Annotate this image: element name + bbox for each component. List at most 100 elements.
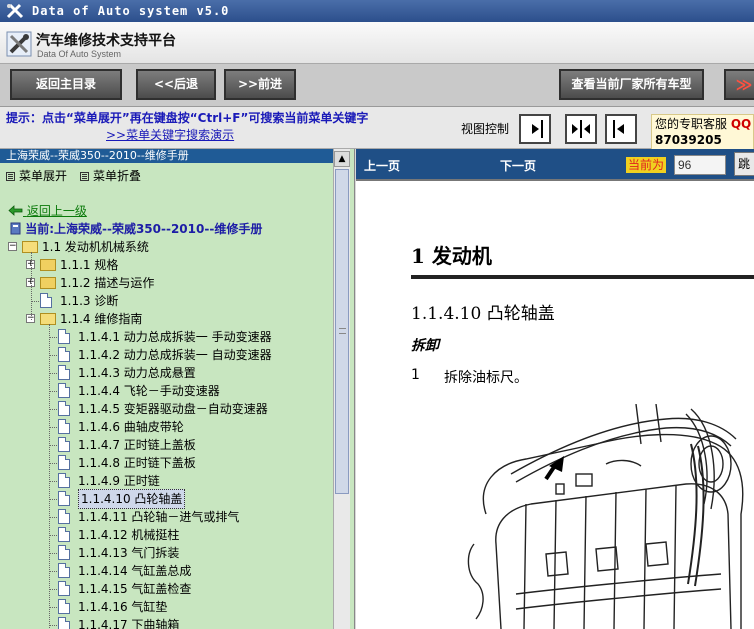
- subsection-title: 拆卸: [411, 338, 439, 354]
- back-up-label: 返回上一级: [26, 204, 87, 218]
- tree-node-label-selected: 1.1.4.10 凸轮轴盖: [78, 489, 186, 509]
- document-icon: [40, 293, 52, 308]
- navbar-divider: [356, 179, 754, 181]
- tree-node-label: 1.1.3 诊断: [60, 294, 119, 308]
- document-icon: [58, 563, 70, 578]
- book-icon: [10, 222, 21, 235]
- back-button[interactable]: <<后退: [136, 69, 216, 100]
- document-icon: [58, 383, 70, 398]
- back-arrow-icon: [8, 205, 23, 216]
- document-icon: [58, 491, 70, 506]
- window-title: Data of Auto system v5.0: [32, 4, 230, 18]
- tree-node-label: 1.1.4.3 动力总成悬置: [78, 366, 196, 380]
- tree-node-label: 1.1.4.5 变矩器驱动盘－自动变速器: [78, 402, 268, 416]
- tree-node[interactable]: +1.1.2 描述与运作: [0, 274, 333, 292]
- menu-expand-button[interactable]: 菜单展开: [6, 167, 67, 184]
- collapse-toggle-icon[interactable]: −: [8, 242, 17, 251]
- scroll-grip: [339, 328, 346, 334]
- tree-node-label: 1.1.4.8 正时链下盖板: [78, 456, 196, 470]
- view-control-label: 视图控制: [461, 122, 510, 136]
- document-icon: [58, 437, 70, 452]
- search-demo-link[interactable]: >>菜单关键字搜索演示: [106, 126, 234, 143]
- tree-node-label: 1.1.4.16 气缸垫: [78, 600, 168, 614]
- service-contact: 您的专职客服 QQ 87039205: [651, 114, 754, 150]
- folder-icon: [40, 259, 56, 271]
- document-icon: [58, 527, 70, 542]
- chapter-title: 1 发动机: [411, 244, 492, 268]
- menu-panel: 上海荣威--荣威350--2010--维修手册 菜单展开 菜单折叠 返回上一级 …: [0, 149, 355, 629]
- toolbar: 返回主目录 <<后退 >>前进 查看当前厂家所有车型 ≫: [0, 64, 754, 107]
- brand-name: 汽车维修技术支持平台: [36, 33, 176, 49]
- tree-node-label: 1.1.4.9 正时链: [78, 474, 160, 488]
- menu-panel-header: 上海荣威--荣威350--2010--维修手册: [0, 149, 333, 163]
- document-icon: [58, 401, 70, 416]
- document-icon: [58, 509, 70, 524]
- document-icon: [58, 347, 70, 362]
- next-page-link[interactable]: 下一页: [500, 157, 536, 174]
- folder-icon: [40, 277, 56, 289]
- document-icon: [58, 581, 70, 596]
- step-text: 拆除油标尺。: [444, 370, 528, 386]
- tree-node[interactable]: − 1.1 发动机机械系统: [0, 238, 333, 256]
- prev-page-link[interactable]: 上一页: [364, 157, 400, 174]
- hint-text: 提示：点击“菜单展开”再在键盘按“Ctrl+F”可搜索当前菜单关键字: [6, 111, 369, 125]
- chapter-rule: [411, 275, 754, 279]
- tree-node-label: 1.1.4.6 曲轴皮带轮: [78, 420, 184, 434]
- view-expand-right-button[interactable]: [519, 114, 551, 144]
- back-up-link[interactable]: 返回上一级: [8, 202, 87, 219]
- scroll-up-button[interactable]: ▲: [334, 151, 350, 167]
- tree-node-label: 1.1.1 规格: [60, 258, 119, 272]
- tree-node-label: 1.1.4.11 凸轮轴－进气或排气: [78, 510, 240, 524]
- jump-button[interactable]: 跳: [734, 152, 754, 176]
- engine-illustration: [467, 404, 744, 629]
- view-split-button[interactable]: [565, 114, 597, 144]
- tree-node-label: 1.1.4 维修指南: [60, 312, 143, 326]
- document-icon: [58, 365, 70, 380]
- document-icon: [58, 545, 70, 560]
- menu-scrollbar[interactable]: ▲: [333, 149, 350, 629]
- tree-node-label: 1.1.4.15 气缸盖检查: [78, 582, 192, 596]
- all-models-button[interactable]: 查看当前厂家所有车型: [559, 69, 704, 100]
- forward-button[interactable]: >>前进: [224, 69, 296, 100]
- tree-node-label: 1.1.2 描述与运作: [60, 276, 155, 290]
- service-label: 您的专职客服: [655, 117, 728, 131]
- brand-subtitle: Data Of Auto System: [37, 49, 122, 59]
- document-icon: [58, 599, 70, 614]
- current-path: 当前:上海荣威--荣威350--2010--维修手册: [10, 220, 262, 237]
- tree-node-label: 1.1.4.14 气缸盖总成: [78, 564, 192, 578]
- split-arrows-icon: [572, 120, 590, 138]
- arrow-right-bar-icon: [532, 120, 543, 138]
- list-icon: [6, 172, 15, 181]
- tree-guide-line: [31, 252, 32, 320]
- tree-node-label: 1.1.4.7 正时链上盖板: [78, 438, 196, 452]
- view-expand-left-button[interactable]: [605, 114, 637, 144]
- document-icon: [58, 473, 70, 488]
- document-icon: [58, 419, 70, 434]
- tree-guide-line: [49, 324, 50, 629]
- brand-header: 汽车维修技术支持平台 Data Of Auto System: [0, 22, 754, 64]
- window-titlebar: Data of Auto system v5.0: [0, 0, 754, 22]
- scroll-thumb[interactable]: [335, 169, 349, 494]
- tree-node-label: 1.1.4.4 飞轮－手动变速器: [78, 384, 220, 398]
- current-page-input[interactable]: [674, 155, 726, 175]
- home-button[interactable]: 返回主目录: [10, 69, 122, 100]
- list-icon: [80, 172, 89, 181]
- document-viewer: 上一页 下一页 当前为 跳 1 发动机 1.1.4.10 凸轮轴盖 拆卸 1 拆…: [356, 149, 754, 629]
- arrow-left-bar-icon: [613, 120, 624, 138]
- page-navbar: 上一页 下一页 当前为 跳: [356, 149, 754, 179]
- more-button[interactable]: ≫: [724, 69, 754, 100]
- tree-node-label: 1.1.4.17 下曲轴箱: [78, 618, 180, 629]
- tree-node-label: 1.1.4.12 机械挺柱: [78, 528, 180, 542]
- app-tools-icon: [6, 3, 24, 19]
- tree-node[interactable]: +1.1.1 规格: [0, 256, 333, 274]
- step-number: 1: [411, 367, 420, 383]
- tree-node-label: 1.1.4.13 气门拆装: [78, 546, 180, 560]
- menu-expand-label: 菜单展开: [19, 169, 68, 183]
- menu-collapse-label: 菜单折叠: [93, 169, 142, 183]
- section-title: 1.1.4.10 凸轮轴盖: [411, 304, 555, 324]
- document-icon: [58, 617, 70, 629]
- tree-node-label: 1.1 发动机机械系统: [42, 240, 149, 254]
- qq-link[interactable]: QQ: [731, 117, 751, 131]
- tree-node[interactable]: 1.1.3 诊断: [0, 292, 333, 310]
- menu-collapse-button[interactable]: 菜单折叠: [80, 167, 141, 184]
